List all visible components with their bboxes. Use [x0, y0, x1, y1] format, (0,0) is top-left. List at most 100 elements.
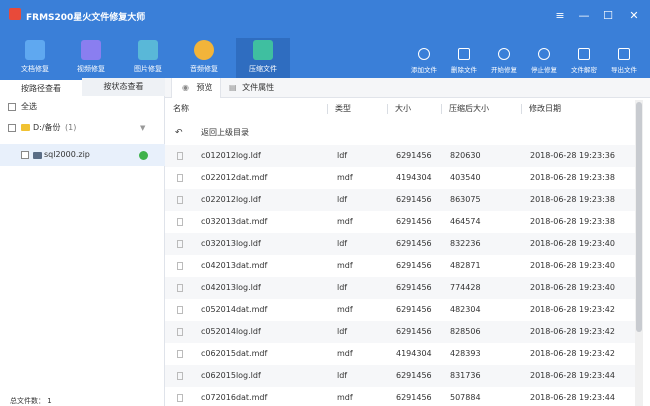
file-name: c042013dat.mdf: [201, 261, 268, 270]
tool-label: 图片修复: [134, 65, 162, 73]
file-size: 6291456: [396, 393, 432, 402]
modified-date: 2018-06-28 19:23:38: [530, 195, 615, 204]
vertical-scrollbar[interactable]: [635, 100, 643, 406]
sidebar-tabs: 按路径查看 按状态查看: [0, 78, 165, 96]
total-files: 总文件数： 1: [10, 397, 52, 405]
document-icon: [25, 40, 45, 60]
file-size: 4194304: [396, 173, 432, 182]
table-row[interactable]: c042013dat.mdf mdf 6291456 482871 2018-06-28…: [165, 255, 635, 277]
minimize-icon[interactable]: —: [577, 9, 591, 23]
main-tabs: ◉ 预览 ▤ 文件属性: [165, 78, 650, 98]
modified-date: 2018-06-28 19:23:42: [530, 349, 615, 358]
file-name: c012012log.ldf: [201, 151, 261, 160]
folder-checkbox[interactable]: [8, 124, 16, 132]
file-icon: [177, 262, 183, 270]
column-divider: [327, 104, 328, 114]
maximize-icon[interactable]: ☐: [601, 9, 615, 23]
file-row-selected[interactable]: sql2000.zip: [0, 144, 165, 166]
file-name: c072016dat.mdf: [201, 393, 268, 402]
tab-preview[interactable]: ◉ 预览: [171, 78, 221, 98]
table-row[interactable]: c062015dat.mdf mdf 4194304 428393 2018-06-28…: [165, 343, 635, 365]
table-row[interactable]: c012012log.ldf ldf 6291456 820630 2018-06-28…: [165, 145, 635, 167]
file-name: c052014log.ldf: [201, 327, 261, 336]
modified-date: 2018-06-28 19:23:38: [530, 173, 615, 182]
file-icon: [177, 328, 183, 336]
select-all-row[interactable]: 全选: [0, 98, 165, 116]
menu-icon[interactable]: ≡: [553, 9, 567, 23]
file-type: ldf: [337, 327, 348, 336]
zip-file-icon: [33, 152, 42, 159]
compressed-size: 464574: [450, 217, 481, 226]
select-all-checkbox[interactable]: [8, 103, 16, 111]
table-row[interactable]: c032013dat.mdf mdf 6291456 464574 2018-06-28…: [165, 211, 635, 233]
file-type: mdf: [337, 173, 353, 182]
tool-image-repair[interactable]: 图片修复: [121, 38, 175, 78]
file-name: c042013log.ldf: [201, 283, 261, 292]
file-label: sql2000.zip: [44, 150, 90, 159]
tab-by-path[interactable]: 按路径查看: [0, 78, 82, 96]
back-row[interactable]: ↶ 返回上级目录: [165, 122, 635, 144]
modified-date: 2018-06-28 19:23:40: [530, 261, 615, 270]
export-file-button[interactable]: 导出文件: [604, 48, 644, 76]
tool-label: 文档修复: [21, 65, 49, 73]
stop-icon: [538, 48, 550, 60]
compressed-size: 428393: [450, 349, 481, 358]
col-modified-date[interactable]: 修改日期: [529, 100, 561, 118]
col-type[interactable]: 类型: [335, 100, 351, 118]
file-size: 6291456: [396, 283, 432, 292]
file-icon: [177, 284, 183, 292]
file-type: ldf: [337, 371, 348, 380]
compressed-size: 403540: [450, 173, 481, 182]
file-size: 6291456: [396, 261, 432, 270]
app-window: FRMS200星火文件修复大师 ≡ — ☐ ✕ 文档修复 视频修复 图片修复 音…: [0, 0, 650, 406]
col-size[interactable]: 大小: [395, 100, 411, 118]
col-compressed-size[interactable]: 压缩后大小: [449, 100, 489, 118]
compressed-size: 482304: [450, 305, 481, 314]
file-type: ldf: [337, 151, 348, 160]
file-name: c032013dat.mdf: [201, 217, 268, 226]
modified-date: 2018-06-28 19:23:44: [530, 371, 615, 380]
folder-label: D:/备份: [33, 123, 61, 132]
table-row[interactable]: c052014dat.mdf mdf 6291456 482304 2018-06-28…: [165, 299, 635, 321]
file-icon: [177, 394, 183, 402]
modified-date: 2018-06-28 19:23:42: [530, 327, 615, 336]
file-size: 6291456: [396, 151, 432, 160]
col-name[interactable]: 名称: [173, 100, 189, 118]
archive-icon: [253, 40, 273, 60]
tool-video-repair[interactable]: 视频修复: [64, 38, 118, 78]
table-row[interactable]: c022012log.ldf ldf 6291456 863075 2018-06-28…: [165, 189, 635, 211]
unlock-icon: [578, 48, 590, 60]
file-size: 6291456: [396, 327, 432, 336]
close-icon[interactable]: ✕: [627, 9, 641, 23]
file-icon: [177, 306, 183, 314]
tab-by-status[interactable]: 按状态查看: [82, 78, 165, 96]
modified-date: 2018-06-28 19:23:44: [530, 393, 615, 402]
file-name: c062015log.ldf: [201, 371, 261, 380]
folder-row[interactable]: D:/备份 (1) ▼: [0, 119, 165, 137]
sidebar: 按路径查看 按状态查看 全选 D:/备份 (1) ▼ sql2000.zip 总…: [0, 78, 165, 406]
column-divider: [521, 104, 522, 114]
tool-label: 音频修复: [190, 65, 218, 73]
table-row[interactable]: c062015log.ldf ldf 6291456 831736 2018-06-28…: [165, 365, 635, 387]
modified-date: 2018-06-28 19:23:40: [530, 283, 615, 292]
document-icon: ▤: [229, 83, 237, 92]
compressed-size: 482871: [450, 261, 481, 270]
modified-date: 2018-06-28 19:23:42: [530, 305, 615, 314]
export-icon: [618, 48, 630, 60]
tool-archive-file[interactable]: 压缩文件: [236, 38, 290, 78]
chevron-down-icon[interactable]: ▼: [140, 119, 145, 137]
table-row[interactable]: c042013log.ldf ldf 6291456 774428 2018-06-28…: [165, 277, 635, 299]
table-row[interactable]: c022012dat.mdf mdf 4194304 403540 2018-06-28…: [165, 167, 635, 189]
tool-audio-repair[interactable]: 音频修复: [177, 38, 231, 78]
tab-file-properties[interactable]: ▤ 文件属性: [229, 78, 289, 98]
scrollbar-thumb[interactable]: [636, 102, 642, 332]
back-arrow-icon: ↶: [175, 128, 183, 138]
table-row[interactable]: c072016dat.mdf mdf 6291456 507884 2018-06-28…: [165, 387, 635, 406]
file-checkbox[interactable]: [21, 151, 29, 159]
tool-document-repair[interactable]: 文档修复: [8, 38, 62, 78]
file-name: c062015dat.mdf: [201, 349, 268, 358]
table-row[interactable]: c052014log.ldf ldf 6291456 828506 2018-06-28…: [165, 321, 635, 343]
table-row[interactable]: c032013log.ldf ldf 6291456 832236 2018-06-28…: [165, 233, 635, 255]
tool-label: 压缩文件: [249, 65, 277, 73]
file-name: c022012log.ldf: [201, 195, 261, 204]
